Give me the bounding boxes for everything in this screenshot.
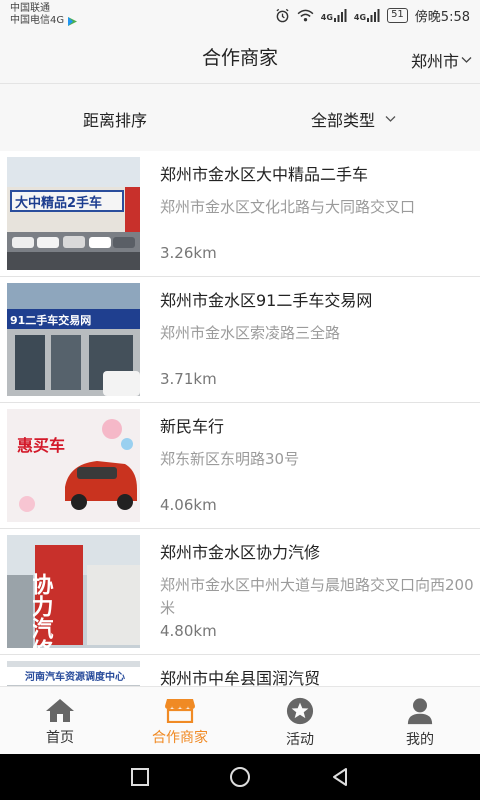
bottom-tab-bar: 首页 合作商家 活动 我的 xyxy=(0,686,480,754)
merchant-address: 郑东新区东明路30号 xyxy=(160,450,300,468)
screen: 中国联通 中国电信4G 4G 4G 51 傍晚5:58 合作商家 郑州市 距离排… xyxy=(0,0,480,800)
tab-profile-label: 我的 xyxy=(406,732,434,748)
merchant-info: 郑州市金水区大中精品二手车 郑州市金水区文化北路与大同路交叉口 xyxy=(160,164,476,219)
carrier-2: 中国电信4G xyxy=(10,15,65,26)
merchant-name: 郑州市金水区协力汽修 xyxy=(160,543,321,562)
filter-bar: 距离排序 全部类型 xyxy=(0,85,480,151)
tab-home-label: 首页 xyxy=(46,730,74,746)
merchant-item[interactable]: 河南汽车资源调度中心 郑州市中牟县国润汽贸 xyxy=(0,655,480,686)
tab-activity[interactable]: 活动 xyxy=(240,687,360,754)
tab-activity-label: 活动 xyxy=(286,732,314,748)
wifi-icon xyxy=(297,9,314,22)
promo-text: 惠买车 xyxy=(17,436,65,455)
network-type-2: 4G xyxy=(353,13,367,22)
type-filter-label: 全部类型 xyxy=(311,111,376,130)
home-icon xyxy=(46,699,74,722)
carrier-1: 中国联通 xyxy=(10,3,50,14)
merchant-distance: 4.06km xyxy=(160,496,217,514)
merchant-item[interactable]: 大中精品2手车 郑州市金水区大中精品二手车 郑州市金水区文化北路与大同路交叉口 … xyxy=(0,151,480,277)
shop-sign: 河南汽车资源调度中心 xyxy=(25,670,125,683)
merchant-name: 郑州市金水区91二手车交易网 xyxy=(160,291,373,310)
merchant-item[interactable]: 91二手车交易网 郑州市金水区91二手车交易网 郑州市金水区索凌路三全路 3.7… xyxy=(0,277,480,403)
back-button[interactable] xyxy=(325,762,355,792)
city-label: 郑州市 xyxy=(410,52,459,71)
merchant-name: 郑州市中牟县国润汽贸 xyxy=(160,669,321,686)
star-icon xyxy=(286,697,314,725)
merchant-item[interactable]: 协力汽修 郑州市金水区协力汽修 郑州市金水区中州大道与晨旭路交叉口向西200米 … xyxy=(0,529,480,655)
app-header: 合作商家 郑州市 xyxy=(0,30,480,84)
merchant-name: 新民车行 xyxy=(160,417,225,436)
merchant-address: 郑州市金水区索凌路三全路 xyxy=(160,324,341,342)
recent-apps-button[interactable] xyxy=(125,762,155,792)
merchant-distance: 4.80km xyxy=(160,622,217,640)
chevron-down-icon xyxy=(461,57,472,63)
page-title: 合作商家 xyxy=(201,47,278,69)
merchant-info: 郑州市中牟县国润汽贸 xyxy=(160,668,476,686)
merchant-photo: 大中精品2手车 xyxy=(7,157,140,270)
merchant-info: 郑州市金水区协力汽修 郑州市金水区中州大道与晨旭路交叉口向西200米 xyxy=(160,542,476,620)
merchant-photo: 91二手车交易网 xyxy=(7,283,140,396)
circle-icon xyxy=(230,767,250,787)
type-filter[interactable]: 全部类型 xyxy=(311,107,396,131)
merchant-photo: 河南汽车资源调度中心 xyxy=(7,661,140,686)
tab-profile[interactable]: 我的 xyxy=(360,687,480,754)
merchant-distance: 3.26km xyxy=(160,244,217,262)
alarm-icon xyxy=(276,8,289,23)
network-type-1: 4G xyxy=(320,13,333,22)
carrier-info: 中国联通 中国电信4G xyxy=(10,3,78,27)
signal-icon xyxy=(333,9,347,22)
sort-filter-label: 距离排序 xyxy=(83,111,148,130)
merchant-photo: 协力汽修 xyxy=(7,535,140,648)
tab-merchants-label: 合作商家 xyxy=(152,730,208,746)
clock: 傍晚5:58 xyxy=(414,10,470,25)
status-bar: 中国联通 中国电信4G 4G 4G 51 傍晚5:58 xyxy=(0,0,480,30)
system-navigation-bar xyxy=(0,754,480,800)
merchant-name: 郑州市金水区大中精品二手车 xyxy=(160,165,369,184)
merchant-item[interactable]: 惠买车 新民车行 郑东新区东明路30号 4.06km xyxy=(0,403,480,529)
merchant-info: 郑州市金水区91二手车交易网 郑州市金水区索凌路三全路 xyxy=(160,290,476,345)
shop-sign: 91二手车交易网 xyxy=(10,313,91,327)
merchant-distance: 3.71km xyxy=(160,370,217,388)
merchant-photo: 惠买车 xyxy=(7,409,140,522)
merchant-address: 郑州市金水区文化北路与大同路交叉口 xyxy=(160,198,416,216)
tab-merchants[interactable]: 合作商家 xyxy=(120,687,240,754)
battery-icon: 51 xyxy=(387,8,408,23)
signal-icon-2 xyxy=(367,9,380,22)
merchant-info: 新民车行 郑东新区东明路30号 xyxy=(160,416,476,471)
sort-filter[interactable]: 距离排序 xyxy=(83,107,147,131)
city-selector[interactable]: 郑州市 xyxy=(411,48,472,72)
merchant-address: 郑州市金水区中州大道与晨旭路交叉口向西200米 xyxy=(160,576,474,617)
profile-icon xyxy=(407,698,433,725)
merchant-list[interactable]: 大中精品2手车 郑州市金水区大中精品二手车 郑州市金水区文化北路与大同路交叉口 … xyxy=(0,151,480,686)
home-button[interactable] xyxy=(225,762,255,792)
tab-home[interactable]: 首页 xyxy=(0,687,120,754)
shop-sign: 大中精品2手车 xyxy=(15,195,102,211)
square-icon xyxy=(131,768,149,786)
back-triangle-icon xyxy=(333,768,347,786)
status-icons: 4G 4G 51 傍晚5:58 xyxy=(275,6,470,25)
store-icon xyxy=(165,699,195,723)
play-store-icon xyxy=(68,16,78,26)
chevron-down-icon xyxy=(385,116,396,122)
